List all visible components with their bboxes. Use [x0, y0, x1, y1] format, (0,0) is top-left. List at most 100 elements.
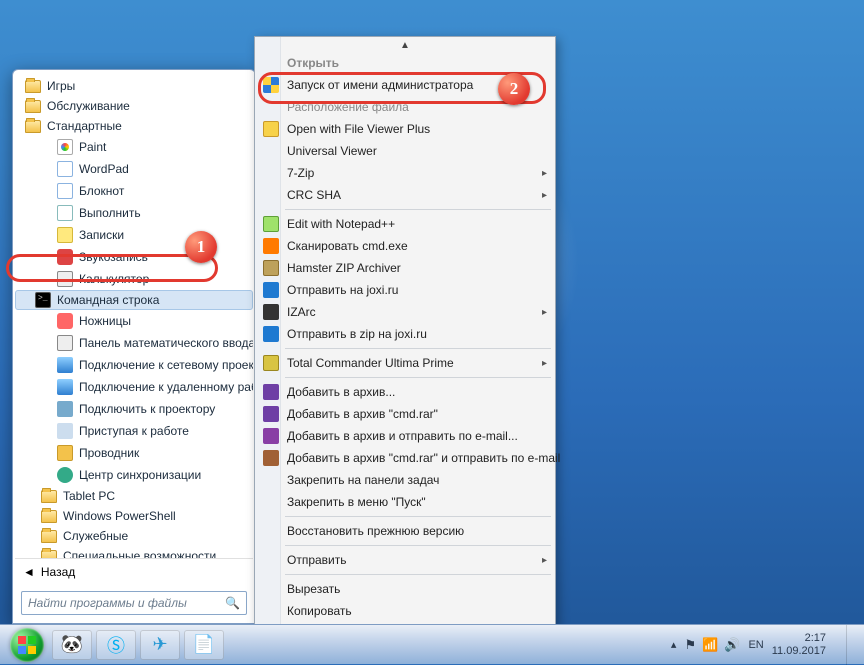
item-label: Приступая к работе [79, 424, 189, 438]
search-box[interactable]: Найти программы и файлы🔍 [21, 591, 247, 615]
tray-icon[interactable]: ⚑ [684, 637, 696, 653]
context-item-label: Открыть [287, 56, 339, 70]
folder-system[interactable]: Служебные [15, 526, 253, 546]
item-getstarted[interactable]: Приступая к работе [15, 420, 253, 442]
start-menu-list: Игры Обслуживание Стандартные Paint Word… [15, 76, 253, 558]
item-soundrec[interactable]: Звукозапись [15, 246, 253, 268]
context-item[interactable]: Расположение файла [257, 96, 553, 118]
item-cmd[interactable]: Командная строка [15, 290, 253, 310]
context-item[interactable]: Добавить в архив и отправить по e-mail..… [257, 425, 553, 447]
context-item[interactable]: Вырезать [257, 578, 553, 600]
item-sticky[interactable]: Записки [15, 224, 253, 246]
item-rdp[interactable]: Подключение к удаленному рабочему столу [15, 376, 253, 398]
folder-games[interactable]: Игры [15, 76, 253, 96]
scissors-icon [57, 313, 73, 329]
context-item[interactable]: Запуск от имени администратора [257, 74, 553, 96]
context-item-label: IZArc [287, 305, 316, 319]
context-item[interactable]: CRC SHA [257, 184, 553, 206]
item-proj[interactable]: Подключить к проектору [15, 398, 253, 420]
cmd-icon [35, 292, 51, 308]
item-label: Подключение к сетевому проектору [79, 358, 253, 372]
context-item[interactable]: Закрепить в меню "Пуск" [257, 491, 553, 513]
context-item[interactable]: IZArc [257, 301, 553, 323]
paint-icon [57, 139, 73, 155]
context-item[interactable]: Edit with Notepad++ [257, 213, 553, 235]
item-label: Ножницы [79, 314, 131, 328]
context-item[interactable]: Сканировать cmd.exe [257, 235, 553, 257]
context-item[interactable]: Восстановить прежнюю версию [257, 520, 553, 542]
math-icon [57, 335, 73, 351]
folder-icon [41, 490, 57, 503]
folder-label: Tablet PC [63, 489, 115, 503]
folder-powershell[interactable]: Windows PowerShell [15, 506, 253, 526]
back-button[interactable]: ◄Назад [15, 558, 253, 585]
context-item[interactable]: Отправить [257, 549, 553, 571]
item-mathinput[interactable]: Панель математического ввода [15, 332, 253, 354]
folder-icon [25, 80, 41, 93]
item-snip[interactable]: Ножницы [15, 310, 253, 332]
tray-network-icon[interactable]: 📶 [702, 637, 718, 653]
mic-icon [57, 249, 73, 265]
sync-icon [57, 467, 73, 483]
context-item[interactable]: Hamster ZIP Archiver [257, 257, 553, 279]
context-item[interactable]: Open with File Viewer Plus [257, 118, 553, 140]
start-button[interactable] [10, 628, 44, 662]
scroll-up-icon[interactable]: ▲ [257, 39, 553, 52]
item-label: Блокнот [79, 184, 124, 198]
context-item[interactable]: Добавить в архив "cmd.rar" и отправить п… [257, 447, 553, 469]
calc-icon [57, 271, 73, 287]
folder-maintenance[interactable]: Обслуживание [15, 96, 253, 116]
context-item-label: Отправить на joxi.ru [287, 283, 398, 297]
item-calculator[interactable]: Калькулятор [15, 268, 253, 290]
separator [285, 209, 551, 210]
context-item[interactable]: Добавить в архив... [257, 381, 553, 403]
context-item[interactable]: Universal Viewer [257, 140, 553, 162]
context-item[interactable]: 7-Zip [257, 162, 553, 184]
item-netproj[interactable]: Подключение к сетевому проектору [15, 354, 253, 376]
taskbar-app[interactable]: 🐼 [52, 630, 92, 660]
context-item-label: Запуск от имени администратора [287, 78, 473, 92]
context-item-label: Расположение файла [287, 100, 409, 114]
context-item[interactable]: Добавить в архив "cmd.rar" [257, 403, 553, 425]
context-item-label: Добавить в архив и отправить по e-mail..… [287, 429, 518, 443]
item-label: Paint [79, 140, 106, 154]
tray-lang[interactable]: EN [748, 639, 763, 651]
item-label: Подключить к проектору [79, 402, 215, 416]
item-wordpad[interactable]: WordPad [15, 158, 253, 180]
tray-volume-icon[interactable]: 🔊 [724, 637, 740, 653]
context-item[interactable]: Открыть [257, 52, 553, 74]
ci-shield-icon [263, 77, 279, 93]
ci-npp-icon [263, 216, 279, 232]
item-notepad[interactable]: Блокнот [15, 180, 253, 202]
item-explorer[interactable]: Проводник [15, 442, 253, 464]
show-desktop-button[interactable] [846, 625, 858, 665]
context-item-label: Закрепить на панели задач [287, 473, 439, 487]
tray-clock[interactable]: 2:17 11.09.2017 [772, 632, 832, 656]
folder-accessories[interactable]: Стандартные [15, 116, 253, 136]
separator [285, 545, 551, 546]
context-item[interactable]: Отправить на joxi.ru [257, 279, 553, 301]
folder-label: Стандартные [47, 119, 122, 133]
folder-accessibility[interactable]: Специальные возможности [15, 546, 253, 558]
item-sync[interactable]: Центр синхронизации [15, 464, 253, 486]
context-item-label: Edit with Notepad++ [287, 217, 395, 231]
tray-chevron-icon[interactable]: ▴ [671, 638, 677, 651]
notepad-icon [57, 183, 73, 199]
item-paint[interactable]: Paint [15, 136, 253, 158]
context-menu: ▲ Открыть Запуск от имени администратора Р… [254, 36, 556, 638]
taskbar-app[interactable]: Ⓢ [96, 630, 136, 660]
context-item-label: Добавить в архив "cmd.rar" [287, 407, 438, 421]
folder-tabletpc[interactable]: Tablet PC [15, 486, 253, 506]
context-item-label: Отправить [287, 553, 347, 567]
context-item[interactable]: Копировать [257, 600, 553, 622]
context-item[interactable]: Закрепить на панели задач [257, 469, 553, 491]
context-item[interactable]: Total Commander Ultima Prime [257, 352, 553, 374]
ci-tc-icon [263, 355, 279, 371]
context-item-label: Добавить в архив... [287, 385, 395, 399]
context-item[interactable]: Отправить в zip на joxi.ru [257, 323, 553, 345]
context-item-label: CRC SHA [287, 188, 341, 202]
item-run[interactable]: Выполнить [15, 202, 253, 224]
taskbar-app[interactable]: 📄 [184, 630, 224, 660]
item-label: Проводник [79, 446, 139, 460]
taskbar-app[interactable]: ✈ [140, 630, 180, 660]
